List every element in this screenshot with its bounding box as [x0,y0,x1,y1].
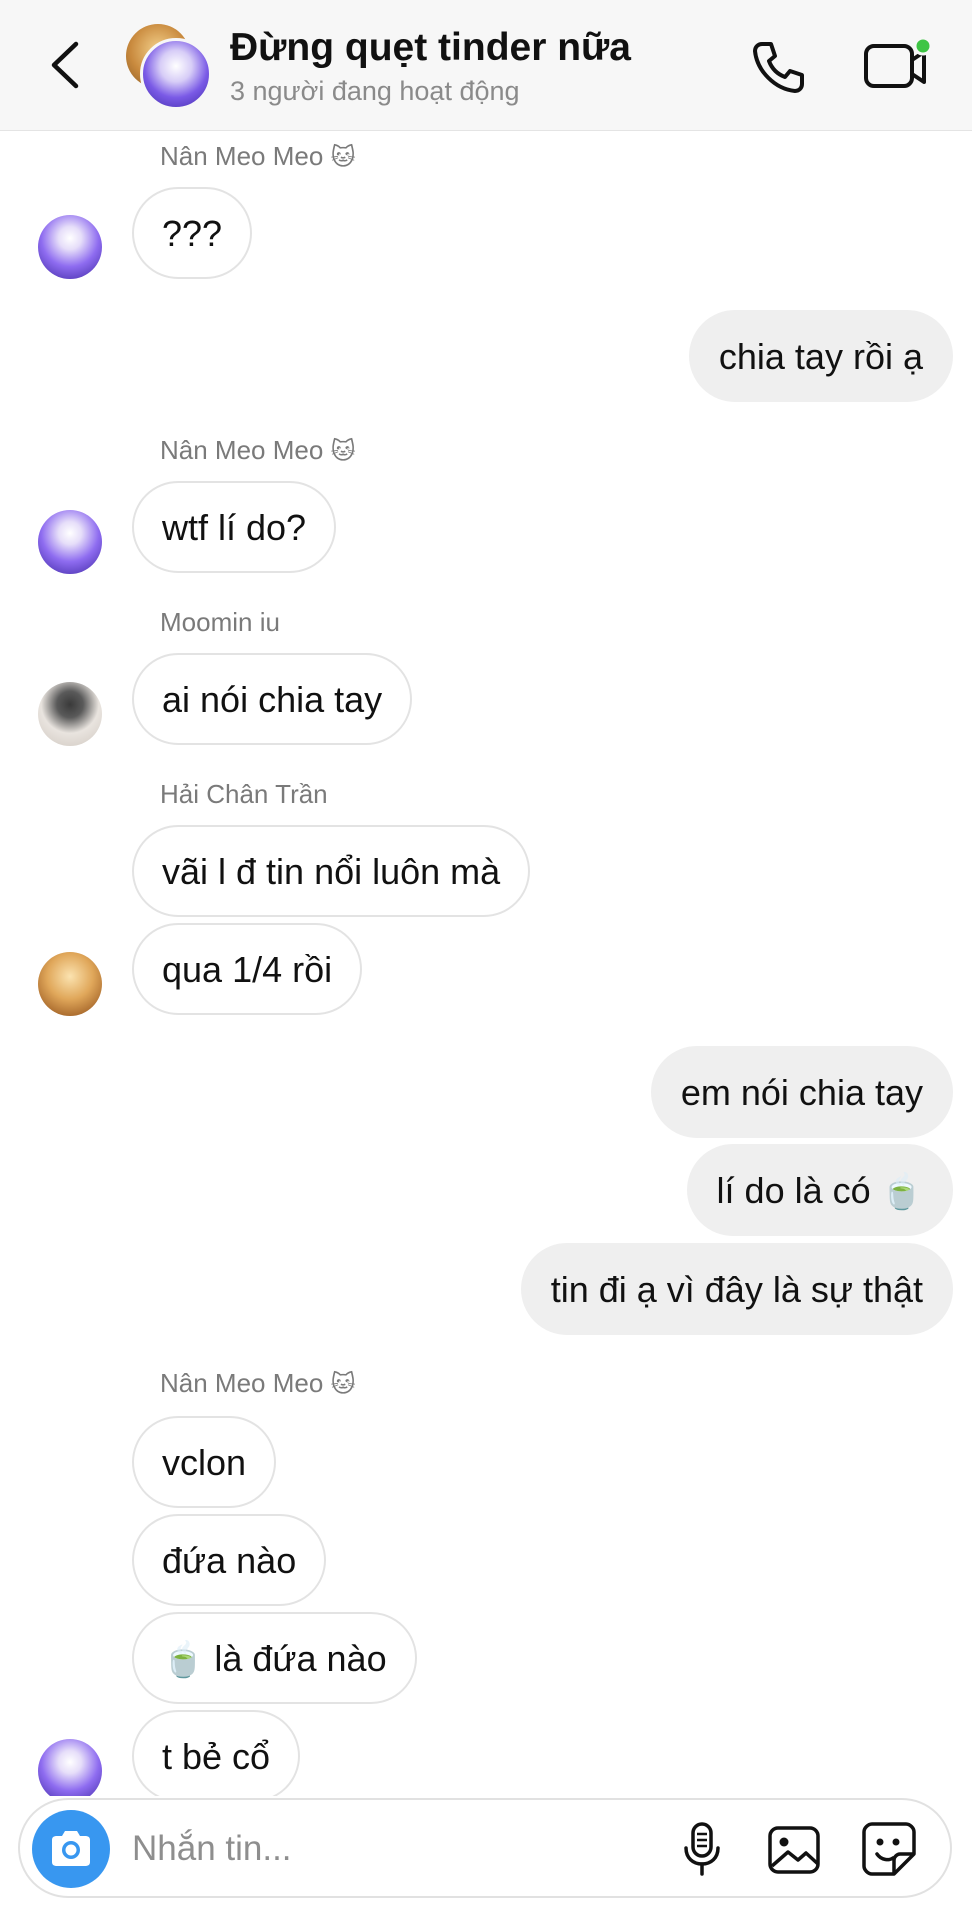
back-button[interactable] [40,34,96,96]
member-avatar-front [140,38,212,110]
sticker-button[interactable] [860,1820,918,1883]
conversation-title[interactable]: Đừng quẹt tinder nữa [230,26,631,70]
tea-emoji: 🍵 [162,1641,205,1679]
image-icon [768,1826,820,1874]
avatar[interactable] [38,510,102,574]
incoming-message[interactable]: ai nói chia tay [132,653,413,745]
sender-name: Nân Meo Meo 🐱 [160,435,356,465]
incoming-message[interactable]: vclon [132,1416,277,1508]
incoming-message[interactable]: đứa nào [132,1514,327,1606]
chat-header: Đừng quẹt tinder nữa 3 người đang hoạt đ… [0,0,972,131]
outgoing-message[interactable]: chia tay rồi ạ [688,310,953,402]
outgoing-message[interactable]: lí do là có 🍵 [686,1144,953,1236]
outgoing-message[interactable]: tin đi ạ vì đây là sự thật [520,1243,953,1335]
video-call-button[interactable] [862,34,936,96]
group-avatar[interactable] [126,24,212,110]
gallery-button[interactable] [766,1822,822,1883]
camera-icon [52,1831,90,1866]
active-status: 3 người đang hoạt động [230,76,520,106]
avatar[interactable] [38,952,102,1016]
avatar[interactable] [38,1739,102,1796]
tea-emoji: 🍵 [880,1173,923,1211]
avatar[interactable] [38,682,102,746]
sticker-icon [862,1822,916,1876]
call-button[interactable] [748,36,810,98]
incoming-message[interactable]: vãi l đ tin nổi luôn mà [132,825,531,917]
sender-name: Nân Meo Meo 🐱 [160,1368,356,1398]
phone-icon [753,42,804,93]
message-composer [18,1798,952,1898]
incoming-message[interactable]: wtf lí do? [132,481,337,573]
voice-message-button[interactable] [680,1820,724,1885]
video-camera-icon [864,36,933,88]
incoming-message[interactable]: ??? [132,187,253,279]
sender-name: Hải Chân Trần [160,779,328,809]
message-input[interactable] [130,1820,554,1878]
incoming-message[interactable]: 🍵 là đứa nào [132,1612,417,1704]
incoming-message[interactable]: t bẻ cổ [132,1710,301,1796]
message-list[interactable]: Nân Meo Meo 🐱 ??? chia tay rồi ạ Nân Meo… [0,131,972,1796]
microphone-icon [684,1822,720,1876]
incoming-message[interactable]: qua 1/4 rồi [132,923,363,1015]
sender-name: Moomin iu [160,607,280,637]
chevron-left-icon [51,41,79,89]
camera-button[interactable] [32,1810,110,1888]
sender-name: Nân Meo Meo 🐱 [160,141,356,171]
outgoing-message[interactable]: em nói chia tay [650,1046,953,1138]
avatar[interactable] [38,215,102,279]
